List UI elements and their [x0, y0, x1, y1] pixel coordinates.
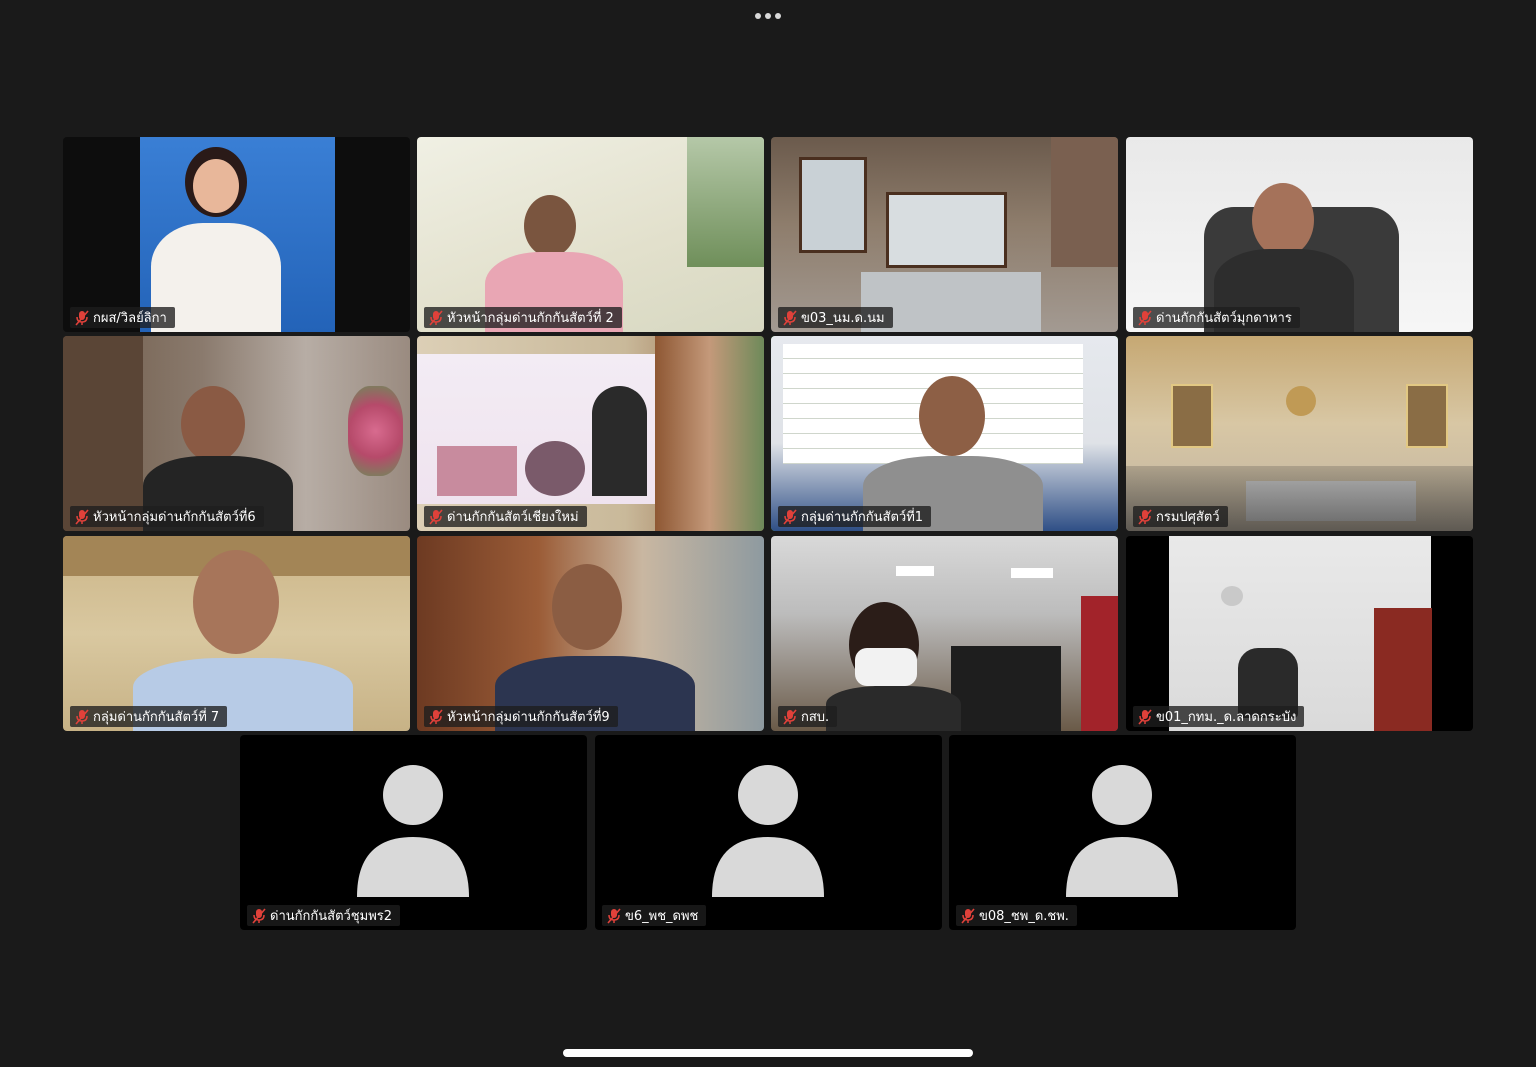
participant-name: กผส/วิลย์ลิกา [93, 311, 167, 326]
default-avatar-icon [357, 765, 469, 897]
participant-name: หัวหน้ากลุ่มด่านกักกันสัตว์ที่9 [447, 710, 610, 725]
participant-name: หัวหน้ากลุ่มด่านกักกันสัตว์ที่ 2 [447, 311, 614, 326]
participant-tile[interactable]: ข01_กทม._ด.ลาดกระบัง [1126, 536, 1473, 731]
participant-tile[interactable]: ด่านกักกันสัตว์มุกดาหาร [1126, 137, 1473, 332]
microphone-muted-icon [429, 309, 443, 326]
microphone-muted-icon [75, 708, 89, 725]
participant-name-tag: หัวหน้ากลุ่มด่านกักกันสัตว์ที่ 2 [424, 307, 622, 328]
participant-name-tag: ข08_ชพ_ด.ชพ. [956, 905, 1077, 926]
microphone-muted-icon [1138, 508, 1152, 525]
microphone-muted-icon [429, 708, 443, 725]
microphone-muted-icon [783, 309, 797, 326]
participant-video [771, 536, 1118, 731]
participant-tile[interactable]: กสบ. [771, 536, 1118, 731]
participant-video [1126, 536, 1473, 731]
home-indicator-bar[interactable] [563, 1049, 973, 1057]
participant-video [417, 137, 764, 332]
ellipsis-icon-dot [765, 13, 771, 19]
participant-name: ด่านกักกันสัตว์ชุมพร2 [270, 909, 393, 924]
participant-video [417, 336, 764, 531]
participant-tile-no-video[interactable]: ข6_พช_ดพช [595, 735, 942, 930]
participant-video [417, 536, 764, 731]
participant-video [771, 137, 1118, 332]
participant-tile[interactable]: กผส/วิลย์ลิกา [63, 137, 410, 332]
participant-name: ด่านกักกันสัตว์เชียงใหม่ [447, 510, 579, 525]
video-meeting-screen: กผส/วิลย์ลิกา หัวหน้ากลุ่มด่านกักกันสัตว… [0, 0, 1536, 1067]
microphone-muted-icon [783, 508, 797, 525]
participant-tile[interactable]: ด่านกักกันสัตว์เชียงใหม่ [417, 336, 764, 531]
participant-name: กรมปศุสัตว์ [1156, 510, 1220, 525]
participant-name: ข03_นม.ด.นม [801, 311, 885, 326]
participant-name-tag: หัวหน้ากลุ่มด่านกักกันสัตว์ที่6 [70, 506, 264, 527]
microphone-muted-icon [1138, 708, 1152, 725]
participant-video [63, 336, 410, 531]
participant-video [1126, 137, 1473, 332]
participant-tile[interactable]: หัวหน้ากลุ่มด่านกักกันสัตว์ที่ 2 [417, 137, 764, 332]
participant-name-tag: ด่านกักกันสัตว์เชียงใหม่ [424, 506, 587, 527]
participant-name-tag: ด่านกักกันสัตว์ชุมพร2 [247, 905, 401, 926]
participant-name-tag: กผส/วิลย์ลิกา [70, 307, 175, 328]
participant-name: กลุ่มด่านกักกันสัตว์ที่1 [801, 510, 924, 525]
participant-tile[interactable]: หัวหน้ากลุ่มด่านกักกันสัตว์ที่6 [63, 336, 410, 531]
participant-name-tag: ข6_พช_ดพช [602, 905, 707, 926]
microphone-muted-icon [607, 907, 621, 924]
microphone-muted-icon [1138, 309, 1152, 326]
participant-name: กลุ่มด่านกักกันสัตว์ที่ 7 [93, 710, 220, 725]
participant-name-tag: กสบ. [778, 706, 838, 727]
participant-tile[interactable]: กรมปศุสัตว์ [1126, 336, 1473, 531]
microphone-muted-icon [252, 907, 266, 924]
participant-name: หัวหน้ากลุ่มด่านกักกันสัตว์ที่6 [93, 510, 256, 525]
participant-tile[interactable]: กลุ่มด่านกักกันสัตว์ที่ 7 [63, 536, 410, 731]
ellipsis-icon [755, 13, 761, 19]
participant-name-tag: ข03_นม.ด.นม [778, 307, 893, 328]
microphone-muted-icon [429, 508, 443, 525]
participant-tile-no-video[interactable]: ด่านกักกันสัตว์ชุมพร2 [240, 735, 587, 930]
microphone-muted-icon [783, 708, 797, 725]
participant-video [63, 137, 410, 332]
participant-name-tag: ด่านกักกันสัตว์มุกดาหาร [1133, 307, 1300, 328]
participant-name-tag: กรมปศุสัตว์ [1133, 506, 1228, 527]
participant-tile-active-speaker[interactable]: กลุ่มด่านกักกันสัตว์ที่1 [771, 336, 1118, 531]
default-avatar-icon [712, 765, 824, 897]
microphone-muted-icon [75, 508, 89, 525]
participant-video [771, 336, 1118, 531]
participant-name: กสบ. [801, 710, 830, 725]
participant-video [1126, 336, 1473, 531]
participant-name-tag: กลุ่มด่านกักกันสัตว์ที่ 7 [70, 706, 228, 727]
ellipsis-icon-dot [775, 13, 781, 19]
participant-name: ข08_ชพ_ด.ชพ. [979, 909, 1069, 924]
participant-tile[interactable]: ข03_นม.ด.นม [771, 137, 1118, 332]
participant-tile[interactable]: หัวหน้ากลุ่มด่านกักกันสัตว์ที่9 [417, 536, 764, 731]
microphone-muted-icon [75, 309, 89, 326]
microphone-muted-icon [961, 907, 975, 924]
participant-name: ข01_กทม._ด.ลาดกระบัง [1156, 710, 1297, 725]
participant-name: ด่านกักกันสัตว์มุกดาหาร [1156, 311, 1292, 326]
participant-name-tag: หัวหน้ากลุ่มด่านกักกันสัตว์ที่9 [424, 706, 618, 727]
participant-name: ข6_พช_ดพช [625, 909, 699, 924]
more-options-button[interactable] [752, 8, 784, 24]
participant-video [63, 536, 410, 731]
participant-tile-no-video[interactable]: ข08_ชพ_ด.ชพ. [949, 735, 1296, 930]
participant-name-tag: กลุ่มด่านกักกันสัตว์ที่1 [778, 506, 932, 527]
participant-name-tag: ข01_กทม._ด.ลาดกระบัง [1133, 706, 1305, 727]
default-avatar-icon [1066, 765, 1178, 897]
